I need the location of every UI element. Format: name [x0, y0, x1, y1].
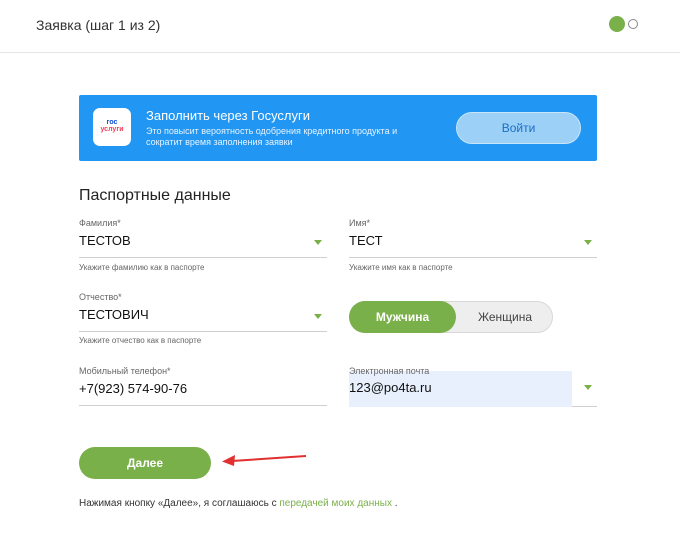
phone-field[interactable]: Мобильный телефон* +7(923) 574-90-76: [79, 366, 327, 406]
step-dot-active: [609, 16, 625, 32]
last-name-field[interactable]: Фамилия* ТЕСТОВ: [79, 218, 327, 258]
step-indicator: [609, 16, 638, 32]
section-title: Паспортные данные: [79, 187, 231, 204]
email-value[interactable]: 123@po4ta.ru: [349, 380, 432, 395]
dropdown-arrow-icon[interactable]: [584, 240, 592, 245]
first-name-label: Имя*: [349, 218, 371, 228]
dropdown-arrow-icon[interactable]: [314, 240, 322, 245]
email-label: Электронная почта: [349, 366, 430, 376]
last-name-label: Фамилия*: [79, 218, 121, 228]
annotation-arrow-icon: [222, 455, 307, 466]
patronymic-value[interactable]: ТЕСТОВИЧ: [79, 307, 149, 322]
phone-value[interactable]: +7(923) 574-90-76: [79, 381, 187, 396]
page-title: Заявка (шаг 1 из 2): [36, 17, 161, 33]
dropdown-arrow-icon[interactable]: [584, 385, 592, 390]
gosuslugi-login-button[interactable]: Войти: [456, 112, 581, 144]
gosuslugi-banner: гос услуги Заполнить через Госуслуги Это…: [79, 95, 597, 161]
patronymic-hint: Укажите отчество как в паспорте: [79, 336, 202, 345]
last-name-value[interactable]: ТЕСТОВ: [79, 233, 131, 248]
header-bar: Заявка (шаг 1 из 2): [0, 0, 680, 53]
step-dot-inactive: [628, 19, 638, 29]
last-name-hint: Укажите фамилию как в паспорте: [79, 263, 205, 272]
consent-link[interactable]: передачей моих данных: [279, 498, 392, 509]
gosuslugi-description: Это повысит вероятность одобрения кредит…: [146, 126, 398, 147]
next-button[interactable]: Далее: [79, 447, 211, 479]
gender-female-option[interactable]: Женщина: [457, 302, 553, 332]
dropdown-arrow-icon[interactable]: [314, 314, 322, 319]
gosuslugi-logo-icon: гос услуги: [93, 108, 131, 146]
gender-toggle[interactable]: Мужчина Женщина: [349, 301, 553, 333]
email-field[interactable]: Электронная почта 123@po4ta.ru: [349, 358, 597, 407]
patronymic-field[interactable]: Отчество* ТЕСТОВИЧ: [79, 292, 327, 332]
patronymic-label: Отчество*: [79, 292, 122, 302]
phone-label: Мобильный телефон*: [79, 366, 171, 376]
first-name-field[interactable]: Имя* ТЕСТ: [349, 218, 597, 258]
gosuslugi-title: Заполнить через Госуслуги: [146, 108, 311, 123]
consent-text: Нажимая кнопку «Далее», я соглашаюсь с п…: [79, 498, 398, 509]
first-name-value[interactable]: ТЕСТ: [349, 233, 383, 248]
first-name-hint: Укажите имя как в паспорте: [349, 263, 453, 272]
gender-male-option[interactable]: Мужчина: [349, 301, 456, 333]
